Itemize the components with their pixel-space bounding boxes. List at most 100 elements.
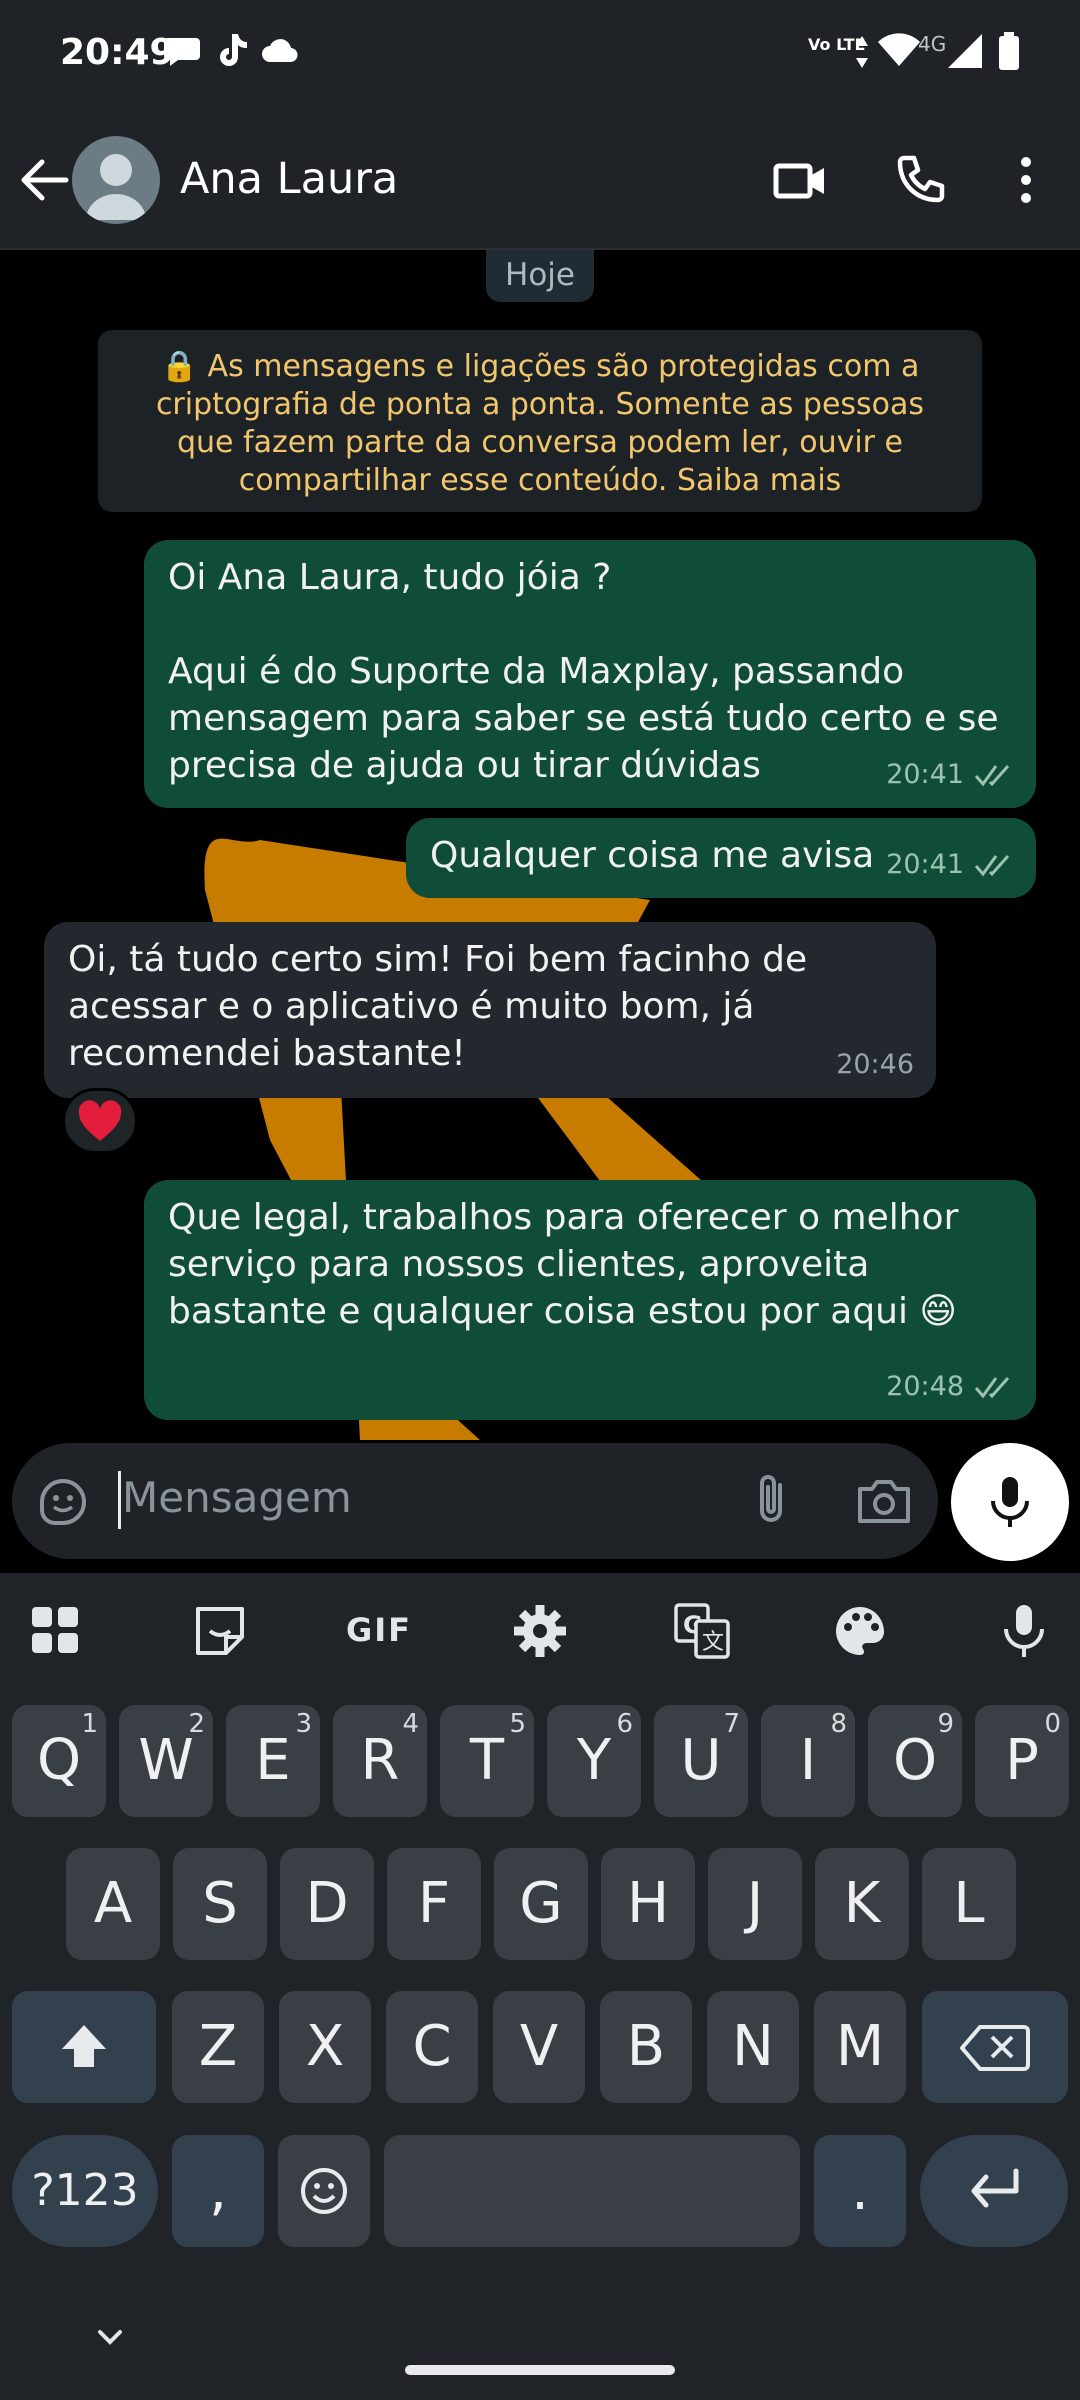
key-label: K (843, 1871, 881, 1936)
reaction-badge[interactable] (62, 1088, 138, 1154)
voice-call-icon[interactable] (890, 150, 950, 210)
key-o[interactable]: O9 (868, 1705, 962, 1817)
backspace-key[interactable] (922, 1991, 1068, 2103)
key-t[interactable]: T5 (440, 1705, 534, 1817)
key-k[interactable]: K (815, 1848, 909, 1960)
key-label: F (417, 1871, 451, 1936)
key-z[interactable]: Z (172, 1991, 264, 2103)
sticker-icon[interactable] (190, 1601, 250, 1661)
key-n[interactable]: N (707, 1991, 799, 2103)
sticker-icon[interactable] (34, 1473, 92, 1531)
data-arrows-icon (856, 36, 868, 68)
microphone-icon (991, 1477, 1029, 1527)
message-meta: 20:41 (886, 841, 1014, 888)
shift-icon (62, 2025, 106, 2067)
message-text: Que legal, trabalhos para oferecer o mel… (168, 1197, 959, 1332)
key-e[interactable]: E3 (226, 1705, 320, 1817)
home-gesture-bar[interactable] (405, 2365, 675, 2375)
message-bubble-outgoing[interactable]: Oi Ana Laura, tudo jóia ? Aqui é do Supo… (144, 540, 1036, 808)
message-meta: 20:48 (886, 1363, 1014, 1410)
key-number-hint: 2 (188, 1709, 205, 1739)
enter-icon (971, 2168, 1019, 2208)
hide-keyboard-chevron-icon[interactable] (90, 2318, 130, 2358)
gif-button[interactable]: GIF (346, 1611, 412, 1649)
key-r[interactable]: R4 (333, 1705, 427, 1817)
key-label: L (953, 1871, 985, 1936)
message-bubble-outgoing[interactable]: Que legal, trabalhos para oferecer o mel… (144, 1180, 1036, 1420)
key-x[interactable]: X (279, 1991, 371, 2103)
key-f[interactable]: F (387, 1848, 481, 1960)
key-y[interactable]: Y6 (547, 1705, 641, 1817)
key-v[interactable]: V (493, 1991, 585, 2103)
translate-icon[interactable]: G文 (672, 1601, 732, 1661)
key-label: W (138, 1728, 194, 1793)
key-label: A (93, 1871, 133, 1936)
symbols-key[interactable]: ?123 (12, 2135, 158, 2247)
settings-gear-icon[interactable] (510, 1601, 570, 1661)
key-w[interactable]: W2 (119, 1705, 213, 1817)
key-h[interactable]: H (601, 1848, 695, 1960)
shift-key[interactable] (12, 1991, 156, 2103)
keyboard: GIF G文 ?123 , . Q1W2E3R4T5Y6U7I8O9P0ASDF… (0, 1573, 1080, 2400)
status-time: 20:49 (60, 32, 175, 73)
video-call-icon[interactable] (770, 150, 830, 210)
message-input-bar[interactable]: Mensagem (12, 1443, 938, 1559)
key-label: U (680, 1728, 722, 1793)
key-s[interactable]: S (173, 1848, 267, 1960)
camera-icon[interactable] (854, 1473, 914, 1529)
message-input[interactable]: Mensagem (122, 1473, 352, 1522)
period-key[interactable]: . (814, 2135, 906, 2247)
key-i[interactable]: I8 (761, 1705, 855, 1817)
message-bubble-outgoing[interactable]: Qualquer coisa me avisa 20:41 (406, 818, 1036, 898)
key-label: N (732, 2014, 774, 2079)
heart-reaction-icon (78, 1100, 122, 1141)
emoji-key[interactable] (278, 2135, 370, 2247)
key-a[interactable]: A (66, 1848, 160, 1960)
text-caret (118, 1471, 121, 1529)
message-bubble-incoming[interactable]: Oi, tá tudo certo sim! Foi bem facinho d… (44, 922, 936, 1098)
key-j[interactable]: J (708, 1848, 802, 1960)
key-number-hint: 5 (509, 1709, 526, 1739)
comma-key[interactable]: , (172, 2135, 264, 2247)
chat-area[interactable]: Hoje 🔒 As mensagens e ligações são prote… (0, 250, 1080, 1440)
attach-clip-icon[interactable] (746, 1471, 796, 1531)
key-b[interactable]: B (600, 1991, 692, 2103)
default-avatar-icon (86, 154, 146, 220)
battery-icon (999, 32, 1019, 70)
key-g[interactable]: G (494, 1848, 588, 1960)
key-p[interactable]: P0 (975, 1705, 1069, 1817)
status-bar: 20:49 Vo LTE 4G (0, 0, 1080, 110)
message-time: 20:46 (836, 1049, 914, 1080)
date-chip: Hoje (486, 250, 594, 302)
apps-grid-icon[interactable] (26, 1601, 86, 1661)
message-text: Oi, tá tudo certo sim! Foi bem facinho d… (68, 939, 808, 1074)
key-c[interactable]: C (386, 1991, 478, 2103)
chat-header: Ana Laura (0, 110, 1080, 250)
key-label: H (626, 1871, 670, 1936)
message-meta: 20:41 (886, 751, 1014, 798)
contact-avatar[interactable] (72, 136, 160, 224)
palette-icon[interactable] (830, 1601, 890, 1661)
voice-input-icon[interactable] (994, 1601, 1054, 1661)
key-number-hint: 1 (81, 1709, 98, 1739)
message-meta: 20:46 (836, 1041, 914, 1088)
key-u[interactable]: U7 (654, 1705, 748, 1817)
contact-name[interactable]: Ana Laura (180, 154, 398, 204)
key-number-hint: 4 (402, 1709, 419, 1739)
read-ticks-icon (974, 1376, 1010, 1398)
enter-key[interactable] (920, 2135, 1068, 2247)
tiktok-icon (220, 34, 247, 66)
key-label: Y (576, 1728, 612, 1793)
key-label: S (202, 1871, 238, 1936)
key-m[interactable]: M (814, 1991, 906, 2103)
key-l[interactable]: L (922, 1848, 1016, 1960)
voice-message-button[interactable] (951, 1443, 1069, 1561)
key-d[interactable]: D (280, 1848, 374, 1960)
space-key[interactable] (384, 2135, 800, 2247)
key-q[interactable]: Q1 (12, 1705, 106, 1817)
backspace-icon (960, 2025, 1030, 2071)
back-arrow-icon[interactable] (14, 150, 74, 210)
encryption-notice[interactable]: 🔒 As mensagens e ligações são protegidas… (98, 330, 982, 512)
key-label: E (255, 1728, 291, 1793)
more-options-icon[interactable] (996, 150, 1056, 210)
